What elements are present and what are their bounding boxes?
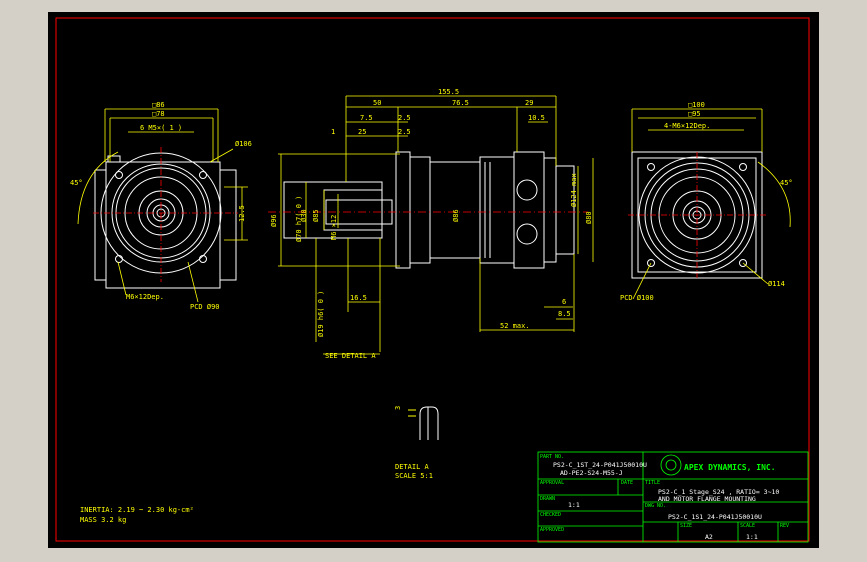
segment-d: 7.5 [360,114,373,122]
segment-e: 2.5 [398,114,411,122]
segment-b: 76.5 [452,99,469,107]
right-angle: 45° [780,179,793,187]
right-square-outer: □100 [688,101,705,109]
dim-8-5: 8.5 [558,310,571,318]
right-threaded-holes: 4-M6×12Dep. [664,122,710,130]
tb-checked-label: CHECKED [540,512,561,518]
tb-size-value: A2 [705,533,713,541]
tb-scale-value: 1:1 [746,533,758,541]
left-diameter-label: Ø106 [235,140,252,148]
dia-30: Ø30 [300,209,308,222]
dia-19: Ø19 h6( 0 ) [317,291,325,337]
overall-length: 155.5 [438,88,459,96]
cad-drawing-canvas: □86 □78 6 M5×( 1 ) Ø106 45° 12.5 M6×12De… [55,17,810,543]
dim-6: 6 [562,298,566,306]
tb-scale-label: SCALE [740,523,755,529]
tb-drawn-label: DRAWN [540,496,555,502]
detail-a-view [408,406,439,440]
tb-dwg-no-label: DWG NO. [645,503,666,509]
detail-scale: SCALE 5:1 [395,472,433,480]
detail-dim: 3 [394,406,402,410]
right-diameter-label: Ø114 [768,280,785,288]
shaft-label: M6 ×12 [330,215,338,240]
dia-86: Ø86 [452,209,460,222]
segment-i: 2.5 [398,128,411,136]
left-angle: 45° [70,179,83,187]
tb-part-no-label: PART NO. [540,454,564,460]
left-side-dim: 12.5 [238,205,246,222]
right-pcd: PCD Ø100 [620,294,654,302]
tb-title-2: AND MOTOR FLANGE MOUNTING [658,495,756,503]
mass-note: MASS 3.2 kg [80,516,126,524]
dia-124: Ø124 max [570,173,578,207]
tb-date-label: DATE [621,480,633,486]
left-end-view [94,152,237,289]
tb-part-no-2: AD-PE2-S24-M55-J [560,469,623,477]
max-length: 52 max. [500,322,530,330]
left-square-inner: □78 [152,110,165,118]
tb-rev-label: REV [780,523,789,529]
tb-approval-label: APPROVAL [540,480,564,486]
drawing-viewport[interactable]: □86 □78 6 M5×( 1 ) Ø106 45° 12.5 M6×12De… [48,12,819,548]
dia-85: Ø85 [312,209,320,222]
segment-h: 1 [331,128,335,136]
left-square-outer: □86 [152,101,165,109]
right-square-inner: □95 [688,110,701,118]
inertia-note: INERTIA: 2.19 ~ 2.30 kg-cm² [80,506,194,514]
tb-drawn-value: 1:1 [568,501,580,509]
tb-size-label: SIZE [680,523,692,529]
dia-96: Ø96 [270,214,278,227]
tb-title-label: TITLE [645,480,660,486]
detail-label: DETAIL A [395,463,430,471]
tb-part-no-1: PS2-C_1ST_24-P041J50010U [553,461,647,469]
length-16-5: 16.5 [350,294,367,302]
segment-c: 29 [525,99,533,107]
tb-company: APEX DYNAMICS, INC. [684,463,776,472]
left-pcd: PCD Ø90 [190,303,220,311]
left-threaded-holes-top: 6 M5×( 1 ) [140,124,182,132]
segment-a: 50 [373,99,381,107]
see-detail-a: SEE DETAIL A [325,352,376,360]
segment-f: 25 [358,128,366,136]
tb-dwg-no: PS2-C_1S1_24-P041J50010U [668,513,762,521]
tb-approved-label: APPROVED [540,527,564,533]
dia-80: Ø80 [585,211,593,224]
left-threaded-holes-bottom: M6×12Dep. [126,293,164,301]
center-side-view [283,151,575,269]
segment-g: 10.5 [528,114,545,122]
